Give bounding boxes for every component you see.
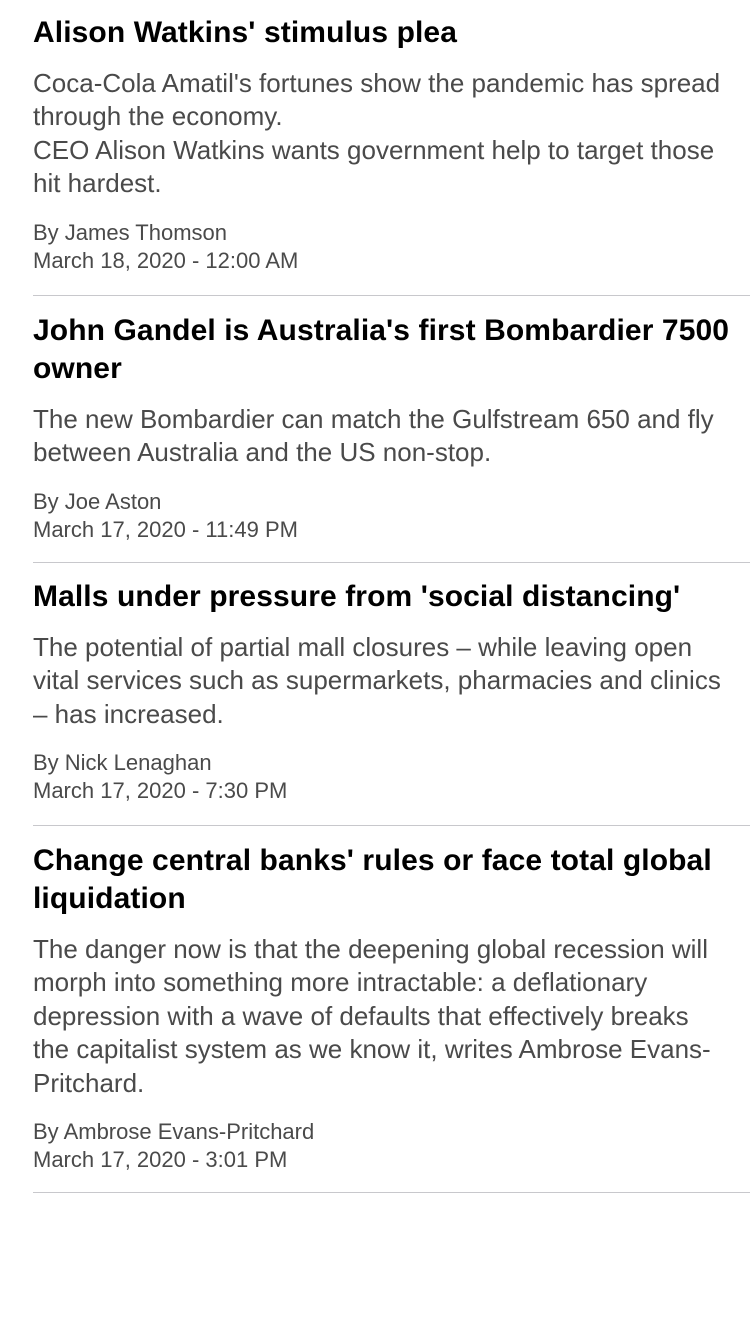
article-summary: The potential of partial mall closures –… (33, 632, 721, 729)
article-summary: Coca-Cola Amatil's fortunes show the pan… (33, 68, 721, 199)
article-headline[interactable]: John Gandel is Australia's first Bombard… (33, 312, 730, 388)
article-summary: The new Bombardier can match the Gulfstr… (33, 404, 714, 468)
article-headline[interactable]: Malls under pressure from 'social distan… (33, 578, 730, 616)
article-card[interactable]: Malls under pressure from 'social distan… (0, 578, 750, 805)
article-byline: By Ambrose Evans-Pritchard (33, 1119, 315, 1145)
article-byline: By James Thomson (33, 219, 228, 245)
article-date: March 17, 2020 - 7:30 PM (33, 778, 288, 804)
article-card[interactable]: John Gandel is Australia's first Bombard… (0, 312, 750, 544)
article-byline: By Joe Aston (33, 488, 162, 514)
article-date: March 18, 2020 - 12:00 AM (33, 247, 299, 273)
divider (33, 295, 750, 296)
article-date: March 17, 2020 - 3:01 PM (33, 1147, 288, 1173)
article-headline[interactable]: Alison Watkins' stimulus plea (33, 14, 730, 52)
article-card[interactable]: Alison Watkins' stimulus plea Coca-Cola … (0, 14, 750, 275)
article-date: March 17, 2020 - 11:49 PM (33, 516, 298, 542)
divider (33, 825, 750, 826)
divider (33, 1192, 750, 1193)
divider (33, 562, 750, 563)
article-summary: The danger now is that the deepening glo… (33, 934, 711, 1098)
article-byline: By Nick Lenaghan (33, 750, 212, 776)
article-card[interactable]: Change central banks' rules or face tota… (0, 842, 750, 1174)
article-headline[interactable]: Change central banks' rules or face tota… (33, 842, 730, 918)
